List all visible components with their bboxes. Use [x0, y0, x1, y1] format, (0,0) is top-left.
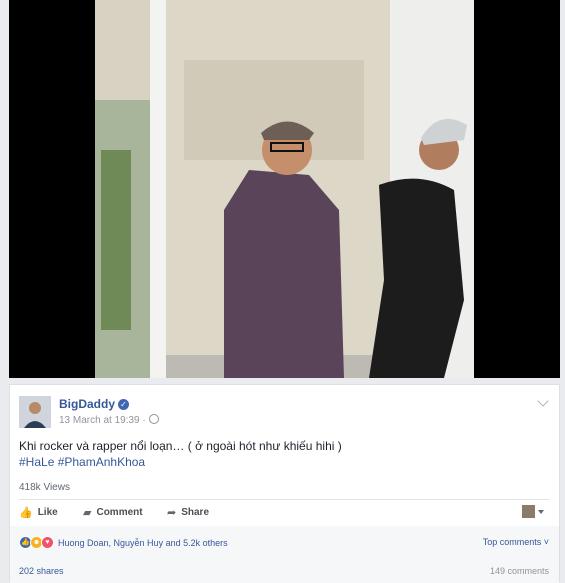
author-name-row[interactable]: BigDaddy ✓ — [59, 397, 130, 411]
verified-badge-icon: ✓ — [118, 399, 130, 410]
comment-button[interactable]: ▰ Comment — [83, 506, 143, 519]
caret-down-icon — [538, 509, 544, 514]
globe-icon — [148, 414, 159, 424]
like-button[interactable]: 👍 Like — [19, 506, 58, 519]
avatar-image — [19, 396, 51, 428]
video-player[interactable] — [9, 0, 560, 378]
post-meta: 13 March at 19:39 · — [59, 414, 159, 426]
reaction-summary[interactable]: 👍 ☻ ♥ Huong Doan, Nguyễn Huy and 5.2k ot… — [19, 536, 228, 549]
reactions-text[interactable]: Huong Doan, Nguyễn Huy and 5.2k others — [58, 538, 228, 548]
divider — [19, 499, 550, 500]
author-name[interactable]: BigDaddy — [59, 397, 115, 411]
viewer-avatar-icon — [522, 505, 535, 518]
post-timestamp[interactable]: 13 March at 19:39 · — [59, 415, 146, 426]
viewer-selector[interactable] — [522, 505, 544, 518]
video-frame — [9, 0, 560, 378]
action-bar: 👍 Like ▰ Comment ➦ Share — [19, 502, 550, 524]
like-icon: 👍 — [19, 507, 33, 519]
reactions-bar: 👍 ☻ ♥ Huong Doan, Nguyễn Huy and 5.2k ot… — [10, 526, 559, 558]
post-card: BigDaddy ✓ 13 March at 19:39 · Khi rocker… — [9, 384, 560, 583]
view-count: 418k Views — [19, 482, 70, 493]
share-icon: ➦ — [167, 507, 177, 519]
shares-row: 202 shares 149 comments — [10, 558, 559, 583]
chevron-down-icon[interactable] — [537, 395, 549, 407]
comments-count[interactable]: 149 comments — [490, 566, 549, 576]
post-hashtags[interactable]: #HaLe #PhamAnhKhoa — [19, 454, 145, 470]
shares-count[interactable]: 202 shares — [19, 566, 64, 576]
post-text: Khi rocker và rapper nổi loạn… ( ở ngoài… — [19, 439, 342, 453]
avatar[interactable] — [19, 396, 51, 428]
love-reaction-icon: ♥ — [41, 536, 54, 549]
comment-icon: ▰ — [83, 507, 92, 519]
like-label: Like — [37, 507, 58, 518]
top-comments-dropdown[interactable]: Top comments ˅ — [483, 537, 549, 547]
comment-label: Comment — [96, 507, 143, 518]
share-button[interactable]: ➦ Share — [167, 506, 209, 519]
share-label: Share — [181, 507, 210, 518]
post-header: BigDaddy ✓ 13 March at 19:39 · — [18, 395, 551, 429]
